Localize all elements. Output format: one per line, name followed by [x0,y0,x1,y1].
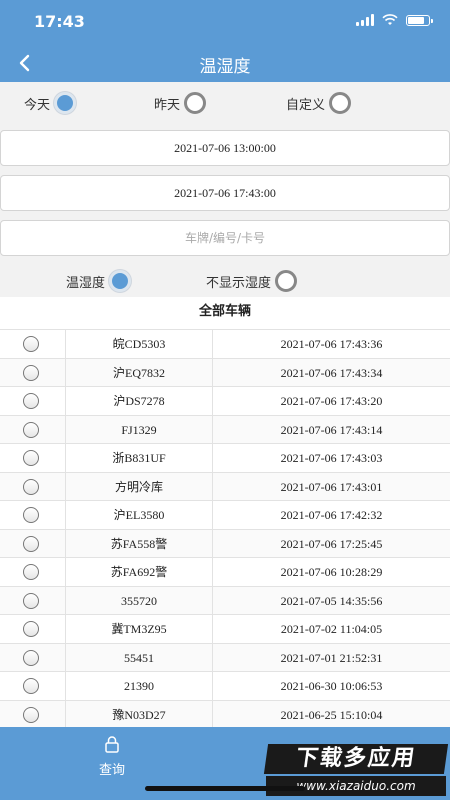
row-select-radio[interactable] [23,336,39,352]
row-select-radio[interactable] [23,564,39,580]
vehicle-plate: 皖CD5303 [65,330,213,358]
radio-custom-label: 自定义 [286,97,326,113]
row-select-radio[interactable] [23,478,39,495]
row-select-radio[interactable] [23,421,39,438]
row-select-radio[interactable] [23,393,39,409]
vehicle-plate: FJ1329 [65,415,213,443]
vehicle-plate: 苏FA558警 [65,529,213,557]
vehicle-time: 2021-07-06 17:43:34 [280,365,383,380]
radio-yesterday[interactable]: 昨天 [154,92,207,114]
radio-yesterday-label: 昨天 [154,97,181,113]
table-row[interactable]: 55451 2021-07-01 21:52:31 [0,642,450,671]
table-row[interactable]: 沪EL3580 2021-07-06 17:42:32 [0,500,450,529]
vehicle-time: 2021-07-06 17:43:36 [280,337,383,351]
query-label: 查询 [98,763,125,778]
vehicle-plate: 55451 [65,643,213,671]
status-icons [356,14,433,26]
table-row[interactable]: 苏FA558警 2021-07-06 17:25:45 [0,528,450,557]
table-row[interactable]: 豫N03D27 2021-06-25 15:10:04 [0,699,450,728]
row-select-radio[interactable] [23,649,39,666]
vehicle-plate: 沪EL3580 [65,501,213,529]
table-row[interactable]: 355720 2021-07-05 14:35:56 [0,585,450,614]
radio-temp-humidity[interactable]: 温湿度 [66,270,132,292]
query-button[interactable]: 查询 [82,735,142,778]
vehicle-time: 2021-07-06 10:28:29 [280,565,383,579]
watermark-title: 下载多应用 [263,744,449,774]
radio-today-label: 今天 [24,97,51,113]
vehicle-time: 2021-07-06 17:42:32 [280,508,383,522]
table-row[interactable]: FJ1329 2021-07-06 17:43:14 [0,414,450,443]
status-time: 17:43 [34,12,85,31]
row-select-radio[interactable] [23,507,39,523]
vehicle-time: 2021-07-06 17:43:20 [280,394,383,408]
radio-temp-humidity-label: 温湿度 [66,275,106,291]
vehicle-time: 2021-07-06 17:43:03 [280,451,383,465]
row-select-radio[interactable] [23,364,39,381]
vehicle-plate: 浙B831UF [65,444,213,472]
vehicle-plate: 沪EQ7832 [65,358,213,386]
table-row[interactable]: 沪EQ7832 2021-07-06 17:43:34 [0,357,450,386]
row-select-radio[interactable] [23,535,39,552]
vehicle-time: 2021-07-06 17:43:14 [280,422,383,437]
vehicle-plate: 苏FA692警 [65,558,213,586]
vehicle-plate: 豫N03D27 [65,700,213,728]
vehicle-time: 2021-07-01 21:52:31 [280,650,383,665]
vehicle-plate: 冀TM3Z95 [65,615,213,643]
radio-custom-indicator[interactable] [329,92,352,114]
radio-hide-humidity-label: 不显示湿度 [206,275,272,291]
lock-icon [105,736,119,753]
date-range-options: 今天 昨天 自定义 [0,82,450,128]
radio-today-indicator[interactable] [54,92,77,114]
wifi-icon [382,14,398,25]
vehicle-table: 全部车辆 皖CD5303 2021-07-06 17:43:36 沪EQ7832 20… [0,297,450,728]
vehicle-plate: 方明冷库 [65,472,213,500]
vehicle-plate: 21390 [65,672,213,700]
row-select-radio[interactable] [23,450,39,466]
signal-icon [356,14,374,26]
table-row[interactable]: 沪DS7278 2021-07-06 17:43:20 [0,386,450,415]
display-options: 温湿度 不显示湿度 [0,264,450,300]
table-row[interactable]: 冀TM3Z95 2021-07-02 11:04:05 [0,614,450,643]
row-select-radio[interactable] [23,592,39,609]
radio-yesterday-indicator[interactable] [184,92,207,114]
radio-custom[interactable]: 自定义 [286,92,352,114]
table-row[interactable]: 21390 2021-06-30 10:06:53 [0,671,450,700]
table-row[interactable]: 皖CD5303 2021-07-06 17:43:36 [0,329,450,358]
radio-temp-humidity-indicator[interactable] [109,270,132,292]
radio-hide-humidity-indicator[interactable] [275,270,298,292]
home-indicator [145,786,305,791]
vehicle-time: 2021-06-25 15:10:04 [280,707,383,722]
vehicle-rows: 皖CD5303 2021-07-06 17:43:36 沪EQ7832 2021-07… [0,329,450,728]
radio-hide-humidity[interactable]: 不显示湿度 [206,270,298,292]
vehicle-plate: 355720 [65,586,213,614]
vehicle-time: 2021-07-06 17:43:01 [280,479,383,494]
vehicle-time: 2021-07-02 11:04:05 [280,622,383,636]
row-select-radio[interactable] [23,678,39,694]
row-select-radio[interactable] [23,706,39,723]
end-time-field[interactable]: 2021-07-06 17:43:00 [0,175,450,211]
battery-icon [406,14,433,26]
vehicle-plate: 沪DS7278 [65,387,213,415]
table-row[interactable]: 方明冷库 2021-07-06 17:43:01 [0,471,450,500]
page-title: 温湿度 [199,57,251,77]
row-select-radio[interactable] [23,621,39,637]
status-bar: 17:43 [0,0,450,44]
search-input[interactable]: 车牌/编号/卡号 [0,220,450,256]
table-row[interactable]: 苏FA692警 2021-07-06 10:28:29 [0,557,450,586]
vehicle-table-title: 全部车辆 [198,304,251,319]
table-row[interactable]: 浙B831UF 2021-07-06 17:43:03 [0,443,450,472]
vehicle-time: 2021-06-30 10:06:53 [280,679,383,693]
start-time-field[interactable]: 2021-07-06 13:00:00 [0,130,450,166]
vehicle-time: 2021-07-05 14:35:56 [280,593,383,608]
vehicle-time: 2021-07-06 17:25:45 [280,536,383,551]
app-header: 17:43 温湿度 [0,0,450,82]
radio-today[interactable]: 今天 [24,92,77,114]
